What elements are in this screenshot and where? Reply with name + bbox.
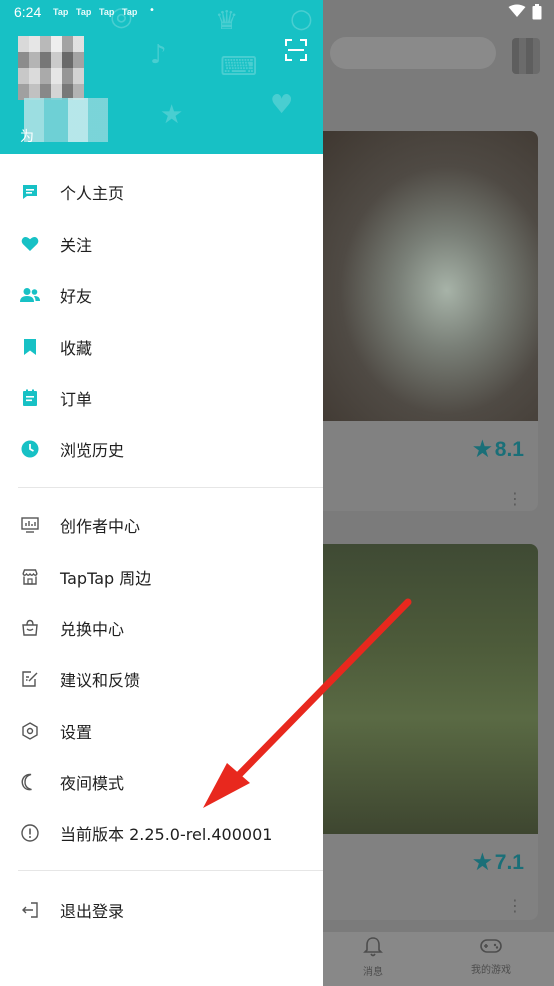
game-card[interactable]: ★ 7.1 ⋮	[310, 544, 538, 920]
creator-center-icon	[20, 515, 40, 535]
logout-icon	[20, 900, 40, 920]
menu-label: 订单	[60, 390, 93, 409]
tab-label: 消息	[363, 967, 383, 978]
settings-hexagon-icon	[20, 721, 40, 741]
status-icons	[508, 4, 542, 24]
notification-badge: Tap	[76, 7, 92, 17]
menu-label: 夜间模式	[60, 774, 125, 793]
menu-item-creator-center[interactable]: 创作者中心	[0, 503, 323, 547]
status-bar: 6:24 Tap Tap Tap Tap •	[0, 0, 554, 26]
menu-label: 浏览历史	[60, 441, 125, 460]
menu-item-following[interactable]: 关注	[0, 222, 323, 266]
notification-dot: •	[149, 5, 155, 16]
avatar[interactable]	[18, 36, 84, 100]
game-screenshot	[310, 131, 538, 421]
menu-label: 设置	[60, 723, 93, 742]
menu-item-friends[interactable]: 好友	[0, 273, 323, 317]
game-rating: ★ 7.1	[473, 850, 524, 875]
menu-label: 好友	[60, 287, 93, 306]
version-label: 当前版本 2.25.0-rel.400001	[60, 825, 273, 844]
search-bar[interactable]	[330, 37, 496, 69]
notification-badge: Tap	[53, 7, 69, 17]
scan-qr-button[interactable]	[285, 39, 307, 61]
profile-page-icon	[20, 182, 40, 202]
menu-label: 收藏	[60, 339, 93, 358]
tab-messages[interactable]: 消息	[363, 936, 383, 978]
info-circle-icon	[20, 823, 40, 843]
redeem-bag-icon	[20, 618, 40, 638]
menu-item-feedback[interactable]: 建议和反馈	[0, 657, 323, 701]
menu-item-merch[interactable]: TapTap 周边	[0, 555, 323, 599]
decor-music-icon: ♪	[150, 40, 167, 70]
menu-label: 创作者中心	[60, 517, 141, 536]
menu-label: TapTap 周边	[60, 569, 152, 588]
decor-gamepad-icon: ⌨	[220, 52, 258, 82]
username-text: 为	[20, 129, 34, 145]
store-icon	[20, 567, 40, 587]
star-icon: ★	[472, 438, 492, 461]
menu-item-current-version[interactable]: 当前版本 2.25.0-rel.400001	[0, 811, 323, 855]
bell-icon	[363, 936, 383, 963]
order-icon	[20, 388, 40, 408]
menu-label: 关注	[60, 236, 93, 255]
rating-value: 7.1	[494, 850, 524, 874]
friends-icon	[20, 285, 40, 305]
avatar[interactable]	[512, 38, 540, 74]
clock-icon	[20, 439, 40, 459]
game-card[interactable]: ★ 8.1 ⋮	[310, 131, 538, 511]
game-screenshot	[310, 544, 538, 834]
divider	[18, 487, 323, 488]
gamepad-icon	[479, 936, 503, 961]
menu-item-favorites[interactable]: 收藏	[0, 325, 323, 369]
moon-icon	[20, 772, 40, 792]
decor-star-icon: ★	[160, 100, 184, 130]
heart-icon	[20, 234, 40, 254]
wifi-icon	[508, 4, 526, 24]
menu-item-night-mode[interactable]: 夜间模式	[0, 760, 323, 804]
more-options-icon[interactable]: ⋮	[507, 489, 523, 508]
decor-heart-icon: ♥	[270, 90, 294, 120]
feedback-icon	[20, 669, 40, 689]
menu-label: 个人主页	[60, 184, 125, 203]
status-time: 6:24	[14, 4, 42, 20]
tab-my-games[interactable]: 我的游戏	[471, 936, 511, 976]
battery-icon	[532, 4, 542, 24]
menu-item-orders[interactable]: 订单	[0, 376, 323, 420]
game-rating: ★ 8.1	[473, 437, 524, 462]
username-blurred[interactable]	[24, 98, 108, 142]
tab-label: 我的游戏	[471, 965, 511, 976]
rating-value: 8.1	[494, 437, 524, 461]
menu-label: 兑换中心	[60, 620, 125, 639]
navigation-drawer: ♪ ♛ ⌨ ♥ ★ ◎ ○ 为 个人主页 关注 好友 收藏 订单 浏览历史 创作…	[0, 0, 323, 986]
menu-item-history[interactable]: 浏览历史	[0, 427, 323, 471]
more-options-icon[interactable]: ⋮	[507, 896, 523, 915]
menu-item-profile[interactable]: 个人主页	[0, 170, 323, 214]
menu-item-settings[interactable]: 设置	[0, 709, 323, 753]
menu-label: 退出登录	[60, 902, 125, 921]
menu-item-logout[interactable]: 退出登录	[0, 888, 323, 932]
menu-item-redeem-center[interactable]: 兑换中心	[0, 606, 323, 650]
notification-badge: Tap	[99, 7, 115, 17]
bottom-tab-bar: 消息 我的游戏	[323, 932, 554, 986]
notification-badge: Tap	[122, 7, 138, 17]
star-icon: ★	[472, 851, 492, 874]
bookmark-icon	[20, 337, 40, 357]
divider	[18, 870, 323, 871]
menu-label: 建议和反馈	[60, 671, 141, 690]
